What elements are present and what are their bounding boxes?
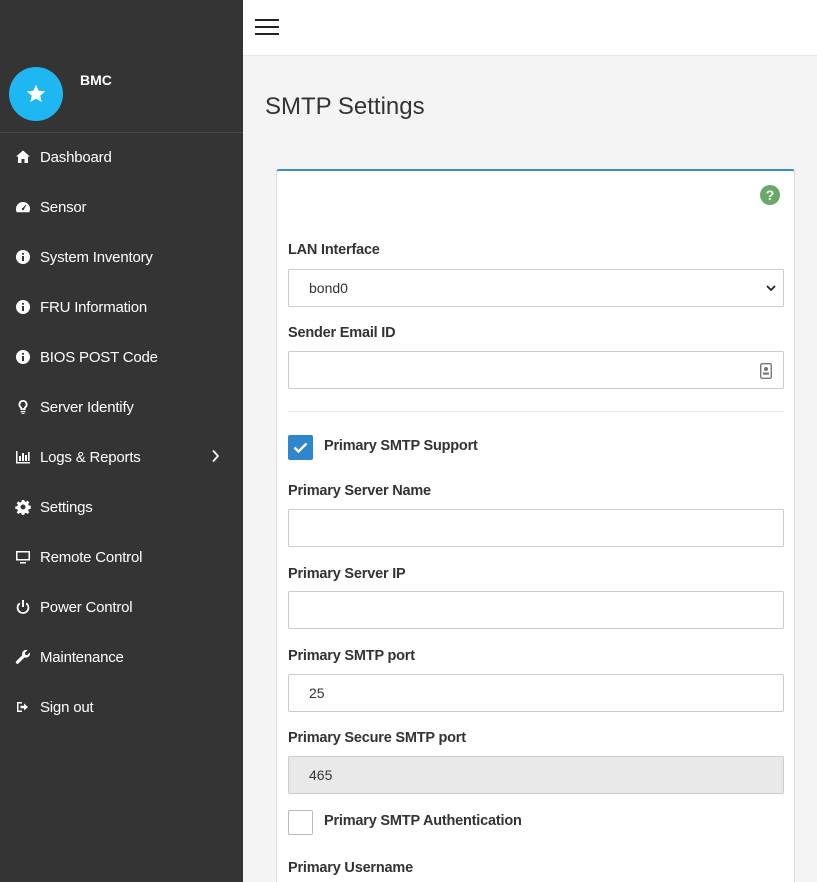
sidebar-item-sign-out[interactable]: Sign out bbox=[0, 682, 243, 732]
primary-server-name-label: Primary Server Name bbox=[288, 483, 431, 499]
sidebar-item-bios-post-code[interactable]: BIOS POST Code bbox=[0, 332, 243, 382]
chevron-right-icon bbox=[212, 449, 220, 463]
home-icon bbox=[14, 148, 32, 166]
sign-out-icon bbox=[14, 698, 32, 716]
page-title: SMTP Settings bbox=[265, 93, 425, 120]
primary-server-name-input[interactable] bbox=[288, 509, 784, 547]
lan-interface-label: LAN Interface bbox=[288, 242, 380, 258]
primary-smtp-support-checkbox[interactable] bbox=[288, 435, 313, 460]
sender-email-input[interactable] bbox=[288, 351, 784, 389]
sidebar-item-label: Sensor bbox=[40, 198, 87, 216]
lan-interface-value: bond0 bbox=[309, 280, 348, 296]
sidebar-item-label: Dashboard bbox=[40, 148, 112, 166]
power-icon bbox=[14, 598, 32, 616]
menu-toggle-icon[interactable] bbox=[255, 19, 279, 37]
primary-smtp-authentication-checkbox[interactable] bbox=[288, 810, 313, 835]
info-icon bbox=[14, 248, 32, 266]
sidebar-item-logs-reports[interactable]: Logs & Reports bbox=[0, 432, 243, 482]
contact-card-icon bbox=[760, 363, 772, 379]
lightbulb-icon bbox=[14, 398, 32, 416]
sidebar-item-remote-control[interactable]: Remote Control bbox=[0, 532, 243, 582]
sidebar-item-label: FRU Information bbox=[40, 298, 148, 316]
checkmark-icon bbox=[293, 442, 308, 454]
primary-secure-smtp-port-input: 465 bbox=[288, 756, 784, 794]
sidebar-item-label: Server Identify bbox=[40, 398, 134, 416]
wrench-icon bbox=[14, 648, 32, 666]
sidebar-item-dashboard[interactable]: Dashboard bbox=[0, 132, 243, 182]
brand-name: BMC bbox=[80, 72, 112, 88]
monitor-icon bbox=[14, 548, 32, 566]
sidebar-item-label: Sign out bbox=[40, 698, 94, 716]
sidebar-item-fru-information[interactable]: FRU Information bbox=[0, 282, 243, 332]
sidebar-nav: Dashboard Sensor System Inventory FRU In… bbox=[0, 132, 243, 732]
sidebar-item-server-identify[interactable]: Server Identify bbox=[0, 382, 243, 432]
primary-smtp-support-label: Primary SMTP Support bbox=[324, 438, 478, 454]
top-header bbox=[243, 0, 817, 56]
primary-smtp-authentication-label: Primary SMTP Authentication bbox=[324, 813, 522, 829]
sidebar: BMC Dashboard Sensor System Inventory FR… bbox=[0, 0, 243, 882]
primary-secure-smtp-port-label: Primary Secure SMTP port bbox=[288, 730, 466, 746]
info-icon bbox=[14, 298, 32, 316]
lan-interface-select[interactable]: bond0 bbox=[288, 269, 784, 307]
primary-username-label: Primary Username bbox=[288, 860, 413, 876]
bar-chart-icon bbox=[14, 448, 32, 466]
primary-smtp-port-value: 25 bbox=[309, 685, 325, 701]
gear-icon bbox=[14, 498, 32, 516]
sidebar-item-label: Settings bbox=[40, 498, 93, 516]
smtp-settings-card: ? LAN Interface bond0 Sender Email ID Pr… bbox=[276, 169, 795, 882]
sidebar-item-label: Logs & Reports bbox=[40, 448, 141, 466]
help-question-icon[interactable]: ? bbox=[760, 185, 780, 205]
primary-server-ip-label: Primary Server IP bbox=[288, 566, 406, 582]
gauge-icon bbox=[14, 198, 32, 216]
sidebar-item-label: Maintenance bbox=[40, 648, 124, 666]
info-icon bbox=[14, 348, 32, 366]
brand-logo-star-icon[interactable] bbox=[9, 67, 63, 121]
sidebar-item-label: BIOS POST Code bbox=[40, 348, 158, 366]
sidebar-item-label: System Inventory bbox=[40, 248, 153, 266]
primary-secure-smtp-port-value: 465 bbox=[309, 767, 333, 783]
sidebar-item-sensor[interactable]: Sensor bbox=[0, 182, 243, 232]
sidebar-item-system-inventory[interactable]: System Inventory bbox=[0, 232, 243, 282]
sidebar-item-maintenance[interactable]: Maintenance bbox=[0, 632, 243, 682]
primary-server-ip-input[interactable] bbox=[288, 591, 784, 629]
brand: BMC bbox=[0, 0, 243, 133]
sidebar-item-label: Power Control bbox=[40, 598, 133, 616]
primary-smtp-port-label: Primary SMTP port bbox=[288, 648, 415, 664]
sidebar-item-settings[interactable]: Settings bbox=[0, 482, 243, 532]
chevron-down-icon bbox=[766, 285, 776, 292]
section-divider bbox=[288, 411, 784, 412]
primary-smtp-port-input[interactable]: 25 bbox=[288, 674, 784, 712]
sidebar-item-power-control[interactable]: Power Control bbox=[0, 582, 243, 632]
sender-email-label: Sender Email ID bbox=[288, 325, 396, 341]
sidebar-item-label: Remote Control bbox=[40, 548, 143, 566]
